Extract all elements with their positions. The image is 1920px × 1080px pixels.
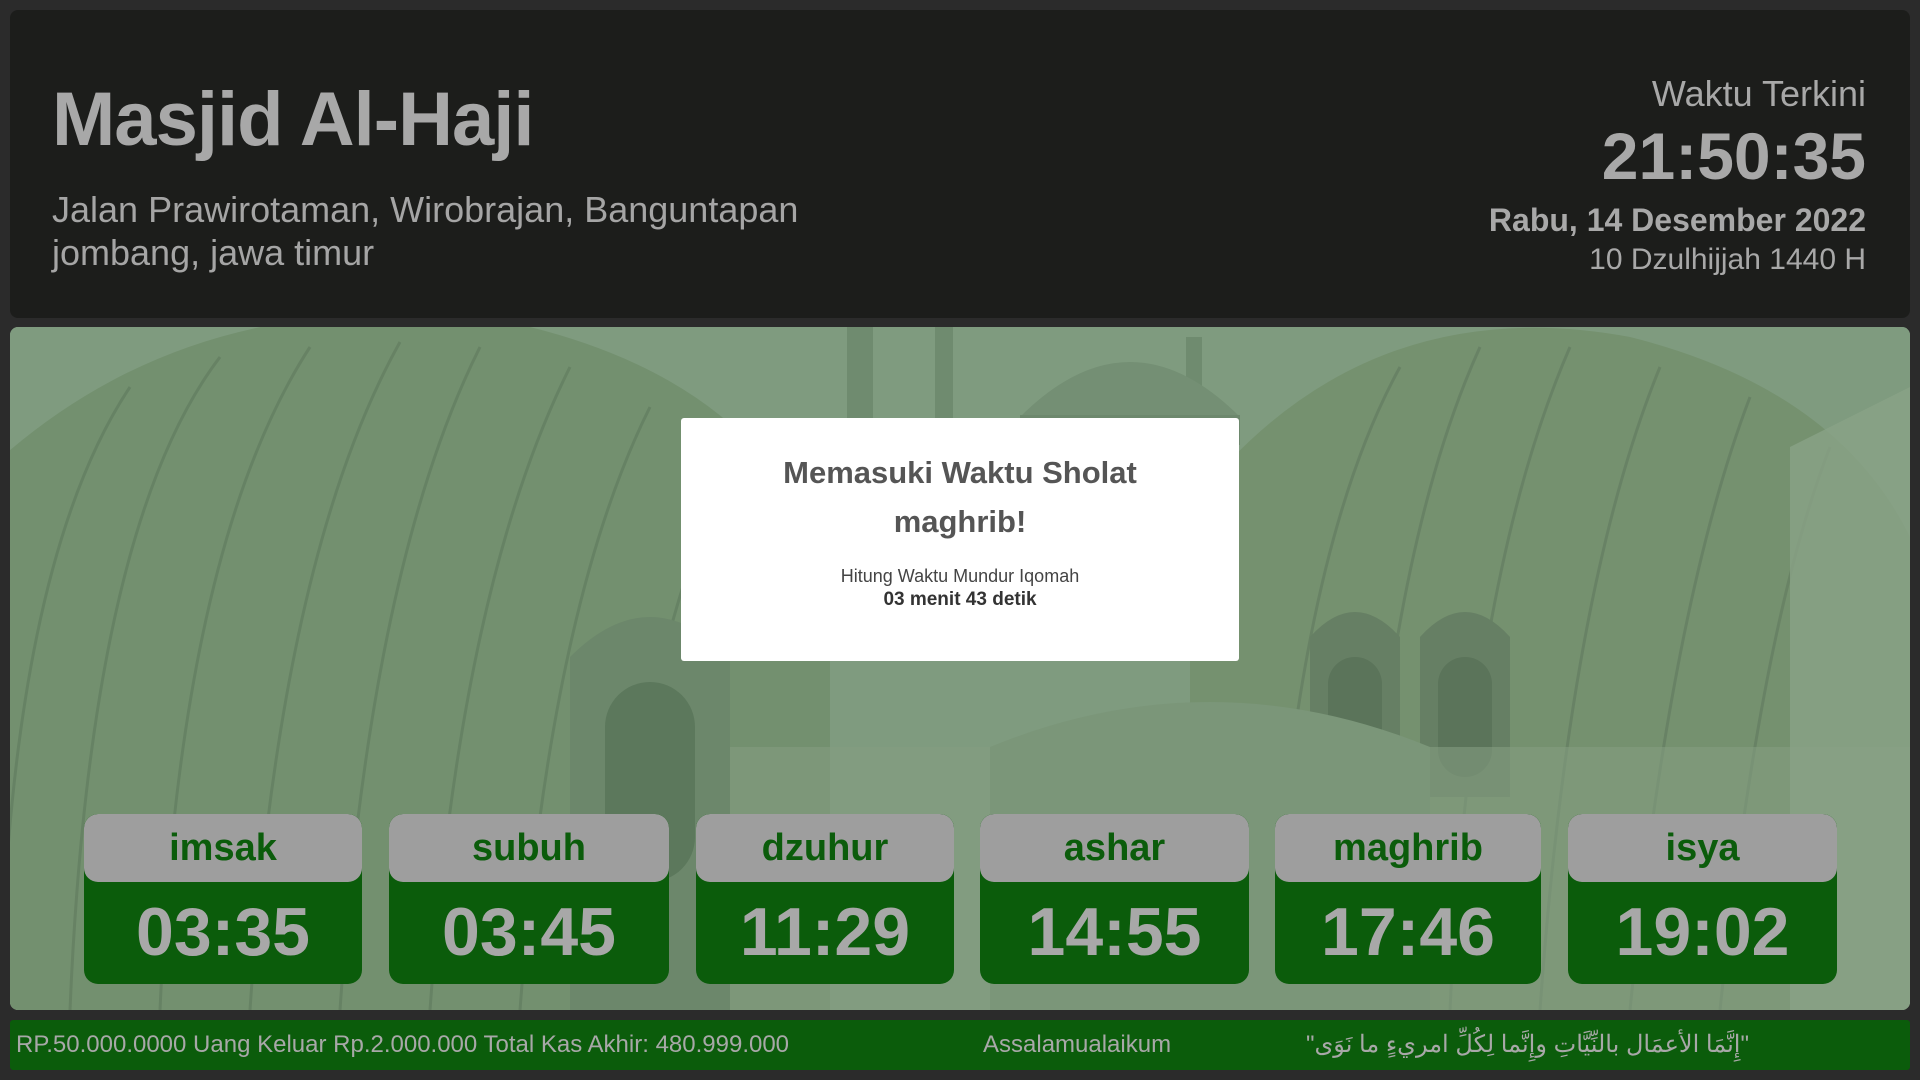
prayer-card-ashar: ashar 14:55 [980, 814, 1249, 984]
prayer-name: ashar [980, 814, 1249, 882]
prayer-card-imsak: imsak 03:35 [84, 814, 362, 984]
prayer-name: imsak [84, 814, 362, 882]
prayer-name: maghrib [1275, 814, 1541, 882]
header-panel: Masjid Al-Haji Jalan Prawirotaman, Wirob… [10, 10, 1910, 318]
clock-block: Waktu Terkini 21:50:35 Rabu, 14 Desember… [1489, 72, 1866, 278]
mosque-address: Jalan Prawirotaman, Wirobrajan, Bangunta… [52, 188, 798, 274]
prayer-card-subuh: subuh 03:45 [389, 814, 669, 984]
address-line-2: jombang, jawa timur [52, 232, 375, 273]
iqomah-countdown-label: Hitung Waktu Mundur Iqomah [840, 566, 1080, 586]
modal-title-line-2: maghrib! [893, 504, 1027, 539]
modal-title: Memasuki Waktu Sholat maghrib! [681, 448, 1239, 546]
current-date: Rabu, 14 Desember 2022 [1488, 202, 1866, 238]
prayer-times-row: imsak 03:35 subuh 03:45 dzuhur 11:29 ash… [10, 814, 1910, 984]
current-time: 21:50:35 [1601, 119, 1866, 193]
running-text-ticker: RP.50.000.0000 Uang Keluar Rp.2.000.000 … [10, 1020, 1910, 1070]
prayer-time: 11:29 [739, 894, 911, 970]
prayer-time: 03:45 [442, 894, 616, 970]
address-line-1: Jalan Prawirotaman, Wirobrajan, Bangunta… [52, 189, 799, 230]
prayer-time: 17:46 [1321, 894, 1495, 970]
prayer-card-isya: isya 19:02 [1568, 814, 1837, 984]
main-display: Memasuki Waktu Sholat maghrib! Hitung Wa… [10, 327, 1910, 1010]
ticker-finance-text: RP.50.000.0000 Uang Keluar Rp.2.000.000 … [16, 1031, 790, 1058]
modal-title-line-1: Memasuki Waktu Sholat [783, 455, 1137, 490]
prayer-time: 03:35 [136, 894, 310, 970]
prayer-time: 19:02 [1615, 894, 1790, 970]
prayer-card-dzuhur: dzuhur 11:29 [696, 814, 954, 984]
ticker-greeting-text: Assalamualaikum [983, 1031, 1172, 1058]
clock-label: Waktu Terkini [1651, 73, 1866, 114]
hijri-date: 10 Dzulhijjah 1440 H [1589, 243, 1866, 276]
iqomah-countdown-value: 03 menit 43 detik [883, 589, 1037, 610]
mosque-name: Masjid Al-Haji [52, 77, 534, 162]
prayer-name: isya [1568, 814, 1837, 882]
prayer-time: 14:55 [1027, 894, 1202, 970]
prayer-time-modal: Memasuki Waktu Sholat maghrib! Hitung Wa… [681, 418, 1239, 661]
prayer-name: dzuhur [696, 814, 954, 882]
prayer-card-maghrib: maghrib 17:46 [1275, 814, 1541, 984]
prayer-name: subuh [389, 814, 669, 882]
ticker-hadith-text: "إِنَّمَا الأعمَال بالنِّيَّاتِ وإِنَّما… [1306, 1031, 1749, 1058]
